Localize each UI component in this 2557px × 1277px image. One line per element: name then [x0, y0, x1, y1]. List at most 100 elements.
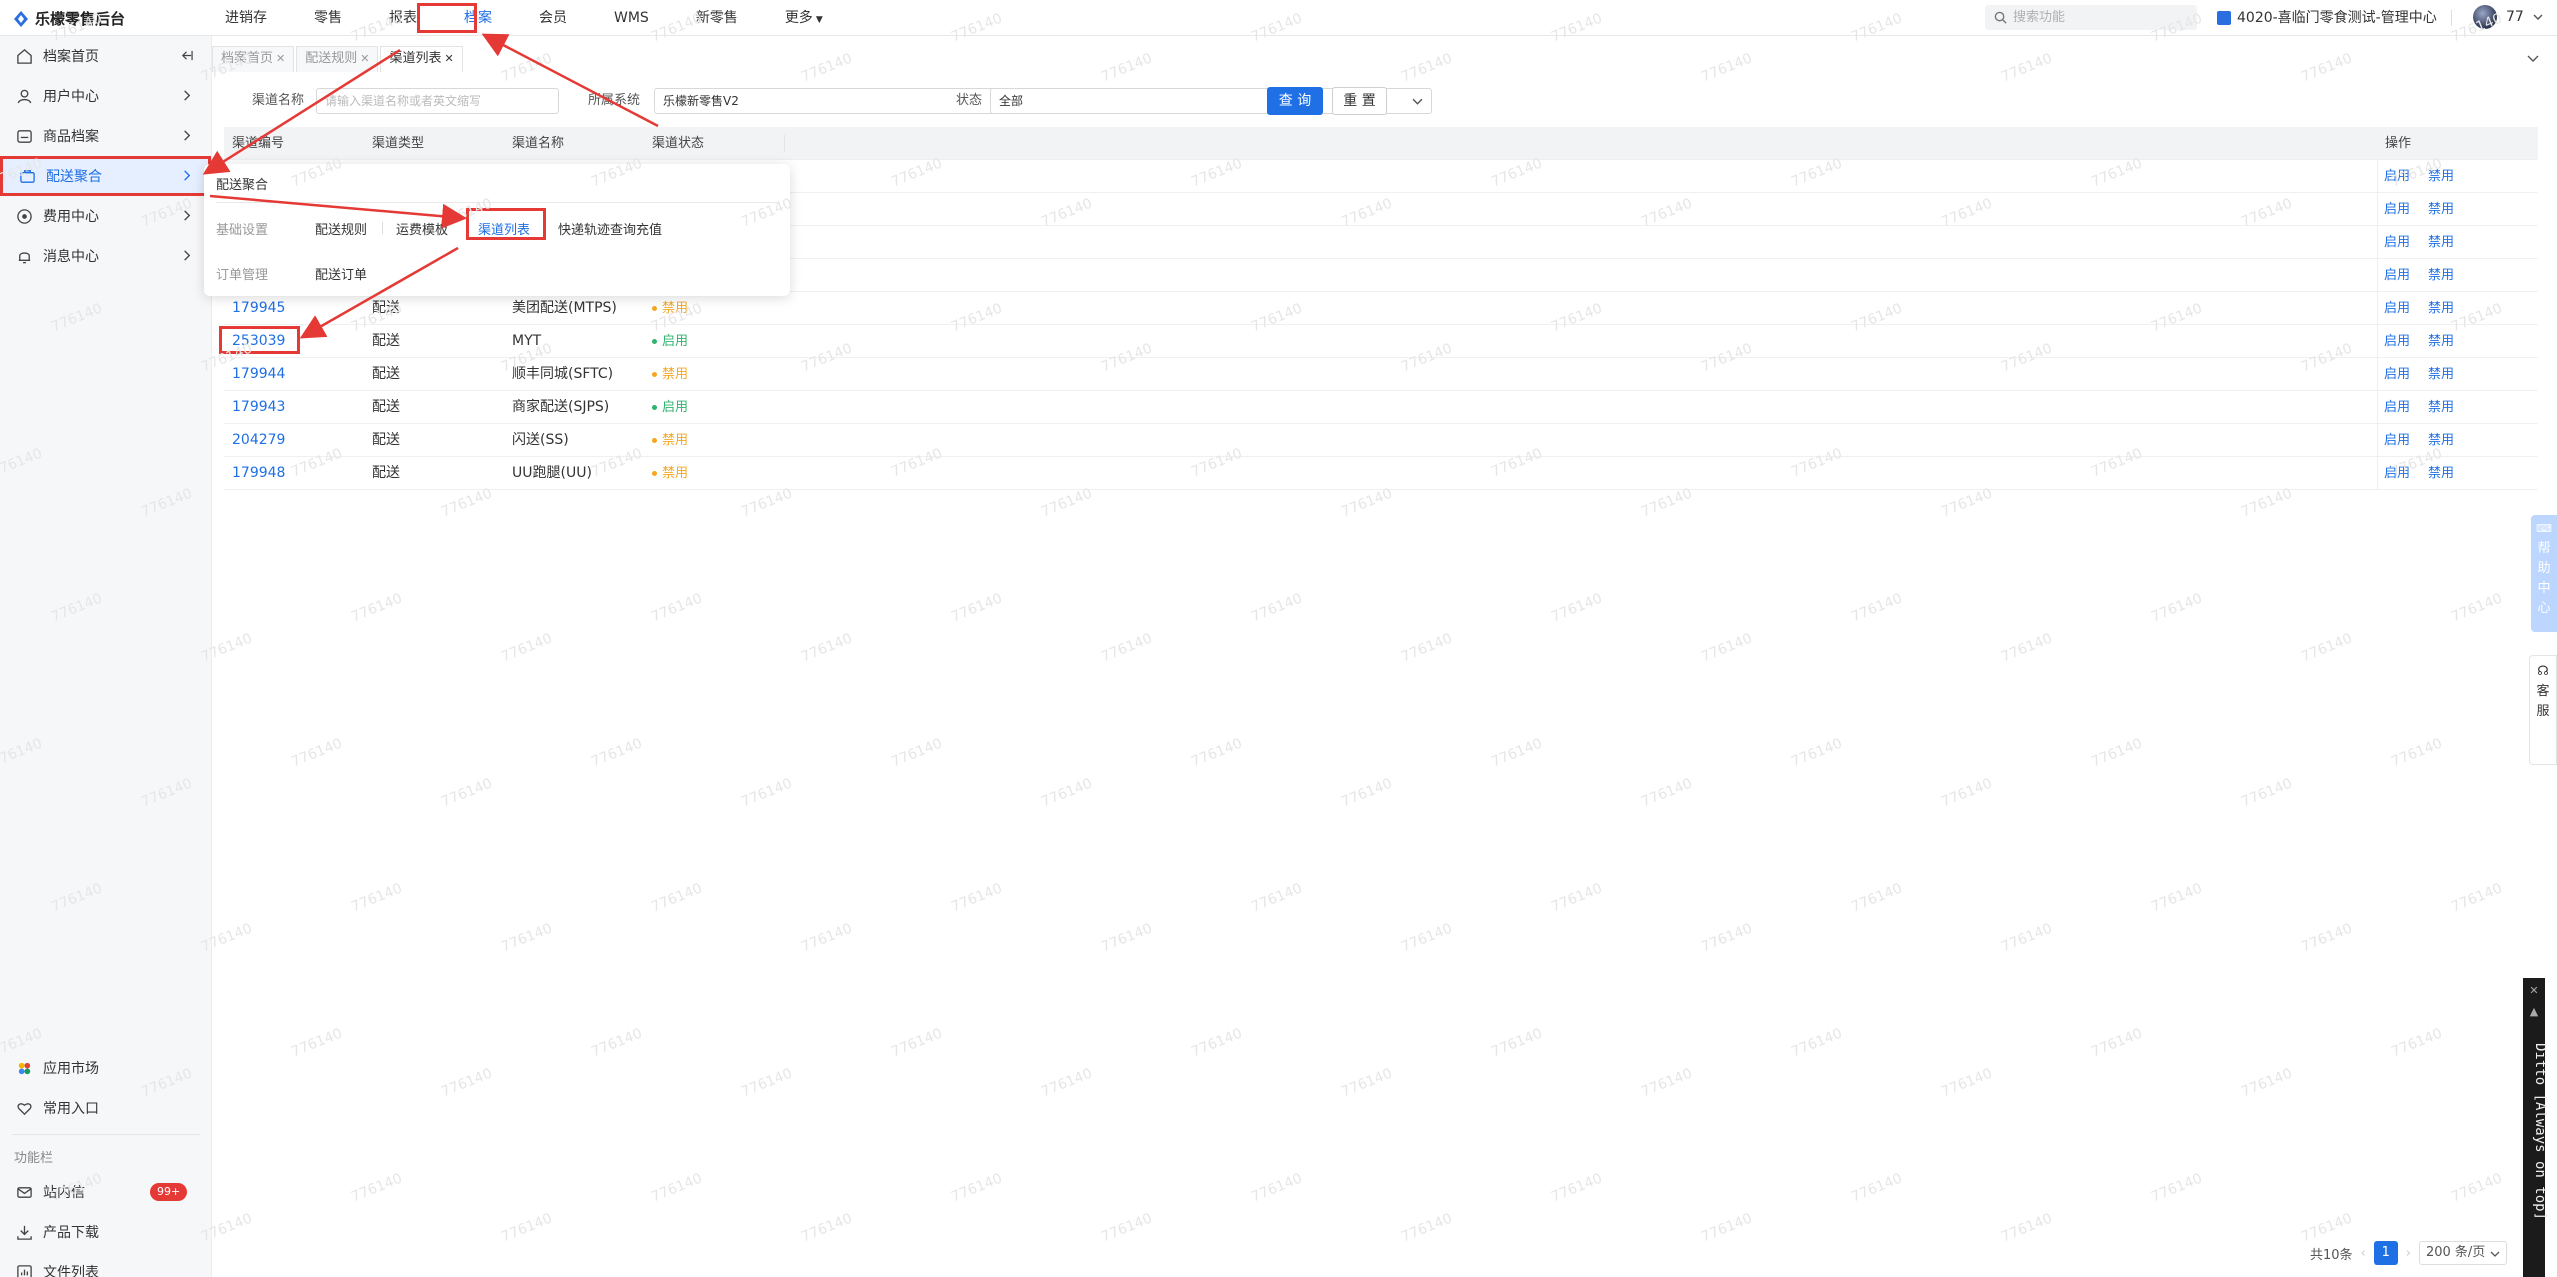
cell-channel-name: UU跑腿(UU)	[512, 465, 592, 481]
cell-status: 禁用	[644, 424, 688, 457]
watermark-text: 776140	[1788, 735, 1845, 771]
sidebar-item-inbox[interactable]: 站内信 99+	[0, 1172, 212, 1212]
store-selector[interactable]: 4020-喜临门零食测试-管理中心	[2217, 0, 2437, 36]
submenu-item-express-tracking[interactable]: 快递轨迹查询充值	[558, 219, 662, 238]
close-icon[interactable]: ✕	[360, 52, 369, 65]
status-dot	[652, 306, 657, 311]
watermark-text: 776140	[1998, 920, 2055, 956]
topnav-item-member[interactable]: 会员	[528, 0, 578, 36]
sidebar-item-product-download[interactable]: 产品下载	[0, 1212, 212, 1252]
row-actions: 启用 禁用	[2377, 358, 2466, 391]
watermark-text: 776140	[1098, 50, 1155, 86]
submenu-divider	[216, 202, 780, 203]
sidebar-item-user-center[interactable]: 用户中心	[0, 76, 211, 116]
page-number[interactable]: 1	[2373, 1241, 2398, 1265]
topnav-item-retail[interactable]: 零售	[303, 0, 353, 36]
watermark-text: 776140	[2448, 880, 2505, 916]
enable-link[interactable]: 启用	[2384, 202, 2410, 217]
watermark-text: 776140	[1398, 1210, 1455, 1246]
disable-link[interactable]: 禁用	[2428, 202, 2454, 217]
watermark-text: 776140	[288, 735, 345, 771]
tab-channel-list[interactable]: 渠道列表 ✕	[380, 46, 463, 72]
query-button[interactable]: 查 询	[1267, 87, 1323, 115]
disable-link[interactable]: 禁用	[2428, 334, 2454, 349]
submenu-item-delivery-rules[interactable]: 配送规则	[315, 219, 367, 238]
cell-channel-id[interactable]: 179948	[224, 457, 285, 490]
cell-channel-name: 美团配送(MTPS)	[512, 300, 617, 316]
row-actions: 启用 禁用	[2377, 226, 2466, 259]
watermark-text: 776140	[498, 630, 555, 666]
watermark-text: 776140	[648, 880, 705, 916]
disable-link[interactable]: 禁用	[2428, 433, 2454, 448]
disable-link[interactable]: 禁用	[2428, 466, 2454, 481]
enable-link[interactable]: 启用	[2384, 334, 2410, 349]
watermark-text: 776140	[348, 590, 405, 626]
submenu-item-channel-list[interactable]: 渠道列表	[478, 219, 530, 238]
sidebar-item-file-list[interactable]: 文件列表	[0, 1252, 212, 1277]
prev-page-icon[interactable]: ‹	[2361, 1246, 2366, 1261]
cell-channel-id[interactable]: 204279	[224, 424, 285, 457]
disable-link[interactable]: 禁用	[2428, 301, 2454, 316]
close-icon[interactable]: ✕	[276, 52, 285, 65]
topnav-item-inventory[interactable]: 进销存	[214, 0, 278, 36]
submenu-item-delivery-orders[interactable]: 配送订单	[315, 264, 367, 283]
ditto-pin-icon[interactable]: ▲	[2523, 997, 2545, 1018]
disable-link[interactable]: 禁用	[2428, 268, 2454, 283]
sidebar-item-goods-archive[interactable]: 商品档案	[0, 116, 211, 156]
total-count: 共10条	[2310, 1247, 2353, 1263]
ditto-title: Ditto [Always on top]	[2532, 1043, 2548, 1221]
enable-link[interactable]: 启用	[2384, 433, 2410, 448]
disable-link[interactable]: 禁用	[2428, 400, 2454, 415]
watermark-text: 776140	[2088, 735, 2145, 771]
watermark-text: 776140	[648, 1170, 705, 1206]
cell-channel-id[interactable]: 179945	[224, 292, 285, 325]
help-center-widget[interactable]: ⌨ 帮 助 中 心	[2531, 515, 2557, 632]
close-icon[interactable]: ✕	[444, 52, 453, 65]
channel-name-input[interactable]: 请输入渠道名称或者英文缩写	[316, 88, 559, 114]
submenu-item-freight-template[interactable]: 运费模板	[396, 219, 448, 238]
enable-link[interactable]: 启用	[2384, 235, 2410, 250]
enable-link[interactable]: 启用	[2384, 301, 2410, 316]
ditto-close-icon[interactable]: ✕	[2523, 978, 2545, 997]
logo-icon	[14, 10, 28, 27]
watermark-text: 776140	[288, 1025, 345, 1061]
disable-link[interactable]: 禁用	[2428, 235, 2454, 250]
enable-link[interactable]: 启用	[2384, 400, 2410, 415]
sidebar-item-archive-home[interactable]: 档案首页	[0, 36, 211, 76]
enable-link[interactable]: 启用	[2384, 268, 2410, 283]
watermark-text: 776140	[798, 920, 855, 956]
ditto-window[interactable]: ✕ ▲ Ditto [Always on top]	[2523, 978, 2548, 1277]
service-char: 客	[2536, 684, 2550, 699]
watermark-text: 776140	[738, 1065, 795, 1101]
collapse-sidebar-icon[interactable]	[180, 49, 193, 62]
watermark-text: 776140	[2238, 775, 2295, 811]
tab-delivery-rules[interactable]: 配送规则 ✕	[296, 46, 379, 72]
watermark-text: 776140	[2148, 880, 2205, 916]
watermark-text: 776140	[2298, 920, 2355, 956]
disable-link[interactable]: 禁用	[2428, 367, 2454, 382]
tab-label: 配送规则	[305, 51, 358, 66]
row-actions: 启用 禁用	[2377, 193, 2466, 226]
topnav-item-more[interactable]: 更多 ▼	[774, 0, 834, 36]
tabs-dropdown-icon[interactable]	[2525, 50, 2541, 66]
topnav-item-archive[interactable]: 档案	[453, 0, 503, 36]
sidebar-item-message-center[interactable]: 消息中心	[0, 236, 211, 276]
status-text: 启用	[662, 400, 689, 415]
enable-link[interactable]: 启用	[2384, 367, 2410, 382]
watermark-text: 776140	[2448, 590, 2505, 626]
watermark-text: 776140	[1038, 1065, 1095, 1101]
cell-channel-id[interactable]: 179943	[224, 391, 285, 424]
watermark-text: 776140	[1338, 1065, 1395, 1101]
caret-down-icon: ▼	[815, 15, 823, 25]
col-header-name: 渠道名称	[512, 136, 565, 151]
reset-button[interactable]: 重 置	[1332, 87, 1387, 115]
next-page-icon[interactable]: ›	[2406, 1246, 2411, 1261]
customer-service-widget[interactable]: ☊ 客 服	[2529, 655, 2557, 765]
sidebar: 档案首页 用户中心 商品档案 配送聚合 费用中心 消息中心 应用市场 常用入口	[0, 36, 212, 1277]
watermark-text: 776140	[1188, 735, 1245, 771]
page-size-select[interactable]: 200 条/页	[2418, 1241, 2507, 1265]
watermark-text: 776140	[1548, 880, 1605, 916]
sidebar-item-common-entry[interactable]: 常用入口	[0, 1088, 212, 1128]
topnav-more-label: 更多	[784, 10, 813, 26]
help-char: 心	[2537, 601, 2551, 616]
